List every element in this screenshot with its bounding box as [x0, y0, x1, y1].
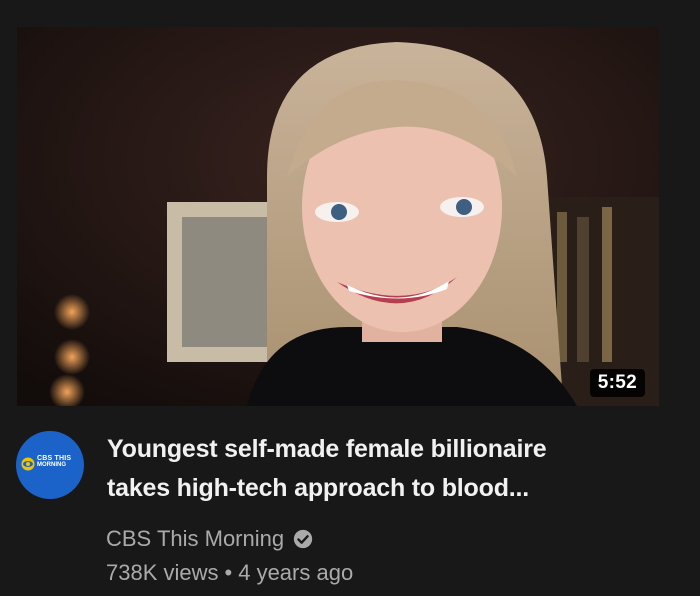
upload-age: 4 years ago — [238, 560, 354, 585]
video-title[interactable]: Youngest self-made female billionaire ta… — [107, 430, 667, 508]
duration-badge: 5:52 — [589, 369, 645, 397]
channel-name[interactable]: CBS This Morning — [106, 524, 284, 554]
video-meta: 738K views • 4 years ago — [106, 558, 353, 588]
avatar-text-line1: CBS THIS — [37, 455, 72, 462]
interview-still-image — [17, 27, 659, 406]
meta-separator: • — [224, 560, 233, 585]
avatar-text-line2: MORNING — [37, 462, 66, 468]
cbs-eye-icon — [21, 457, 35, 471]
view-count: 738K views — [106, 560, 219, 585]
channel-row[interactable]: CBS This Morning — [106, 524, 314, 554]
video-title-line1: Youngest self-made female billionaire — [107, 435, 547, 463]
verified-check-icon — [293, 529, 313, 549]
video-title-line2: takes high-tech approach to blood... — [107, 474, 529, 502]
channel-avatar[interactable]: CBS THIS MORNING — [16, 431, 84, 499]
video-thumbnail[interactable]: 5:52 — [17, 27, 659, 406]
